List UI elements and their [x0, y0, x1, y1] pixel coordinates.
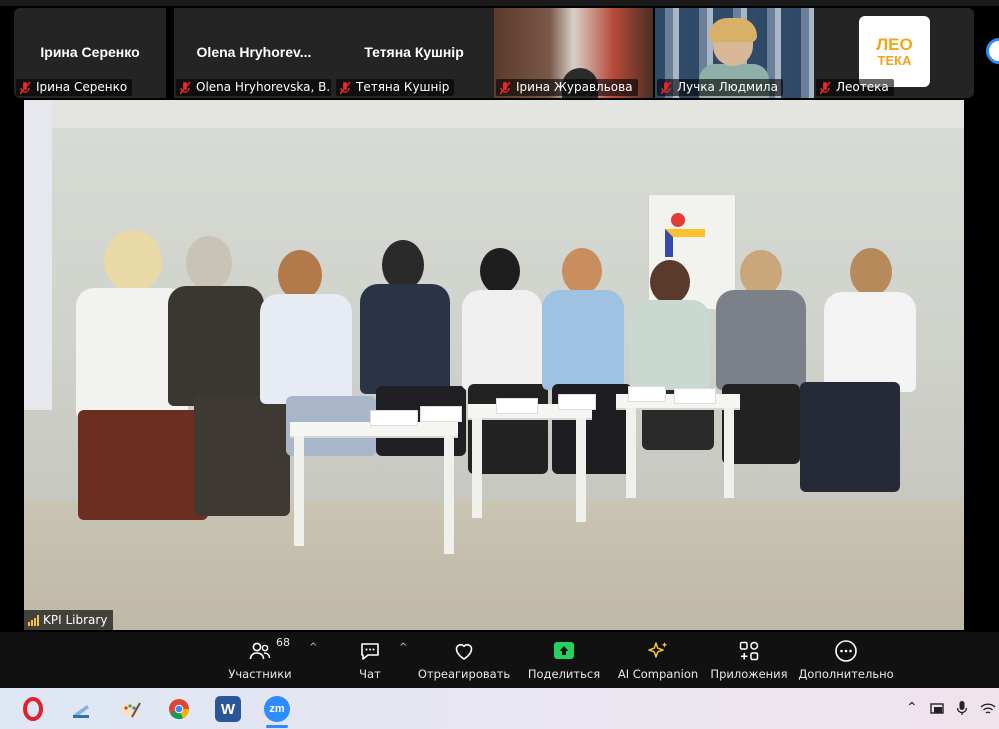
chat-label: Чат — [359, 667, 381, 681]
video-table-2-leg — [576, 418, 586, 522]
participant-label: Ірина Серенко — [16, 79, 133, 96]
video-table-1-leg — [444, 436, 454, 554]
mic-muted-icon — [499, 80, 511, 95]
zoom-active-indicator — [266, 725, 288, 728]
logo-line-2: ТЕКА — [877, 52, 912, 68]
video-namecard — [370, 410, 418, 426]
banner-figure-head — [671, 213, 685, 227]
participant-tile-2[interactable]: Olena Hryhorev... Olena Hryhorevska, B..… — [174, 8, 334, 98]
participant-label: Тетяна Кушнір — [336, 79, 455, 96]
mic-muted-icon — [819, 80, 831, 95]
leoteka-logo: ЛЕО ТЕКА — [859, 16, 930, 87]
video-table-3-leg — [626, 408, 636, 498]
participant-tile-6[interactable]: ЛЕО ТЕКА Леотека — [814, 8, 974, 98]
participant-label: Olena Hryhorevska, B... — [176, 79, 331, 96]
gallery-next-button[interactable] — [986, 38, 999, 64]
participant-label: Леотека — [816, 79, 894, 96]
participant-hair — [709, 18, 757, 42]
mic-muted-icon — [660, 80, 672, 95]
video-namecard — [420, 406, 462, 422]
word-app-glyph: W — [220, 700, 236, 718]
participants-label: Участники — [228, 667, 292, 681]
main-video-label-text: KPI Library — [43, 613, 108, 627]
participant-strip: Ірина Серенко Ірина Серенко Olena Hryhor… — [0, 0, 999, 100]
more-button[interactable]: Дополнительно — [798, 638, 894, 686]
participant-tile-4-video[interactable]: Ірина Журавльова — [494, 8, 653, 98]
tray-network-icon[interactable] — [930, 702, 946, 716]
participants-options-caret[interactable]: ^ — [309, 642, 317, 653]
strip-top-border — [0, 0, 999, 6]
heart-icon — [451, 638, 477, 664]
video-namecard — [496, 398, 538, 414]
participant-tile-1[interactable]: Ірина Серенко Ірина Серенко — [14, 8, 166, 98]
chrome-app-icon[interactable] — [166, 696, 192, 722]
chat-options-caret[interactable]: ^ — [399, 642, 407, 653]
react-label: Отреагировать — [417, 667, 511, 681]
participant-name-title: Olena Hryhorev... — [196, 44, 312, 60]
apps-label: Приложения — [710, 667, 788, 681]
share-screen-icon — [551, 638, 577, 664]
banner-figure-body — [665, 229, 705, 257]
main-speaker-video[interactable]: KPI Library — [24, 100, 964, 630]
logo-line-1: ЛЕО — [876, 34, 913, 54]
mic-muted-icon — [19, 80, 31, 95]
participant-tile-3[interactable]: Тетяна Кушнір Тетяна Кушнір — [334, 8, 494, 98]
video-namecard — [674, 388, 716, 404]
chat-button[interactable]: Чат — [350, 638, 390, 686]
main-video-label: KPI Library — [24, 610, 114, 630]
word-app-icon[interactable]: W — [215, 696, 241, 722]
react-button[interactable]: Отреагировать — [418, 638, 510, 686]
participants-count: 68 — [276, 636, 290, 649]
more-dots-icon — [833, 638, 859, 664]
opera-app-icon[interactable] — [20, 696, 46, 722]
video-wall-art — [24, 100, 52, 410]
participant-label: Лучка Людмила — [657, 79, 783, 96]
video-table-1-leg — [294, 436, 304, 546]
chat-icon — [357, 638, 383, 664]
participant-tile-5-video[interactable]: Лучка Людмила — [655, 8, 814, 98]
signal-strength-icon — [28, 614, 39, 626]
paint-app-icon[interactable] — [117, 696, 143, 722]
notepad-app-icon[interactable] — [68, 696, 94, 722]
participant-name-title: Ірина Серенко — [40, 44, 140, 60]
ai-companion-label: AI Companion — [617, 667, 699, 681]
tray-overflow-chevron-icon[interactable]: ⌃ — [906, 700, 918, 716]
sparkle-icon — [645, 638, 671, 664]
ai-companion-button[interactable]: AI Companion — [614, 638, 702, 686]
video-ceiling — [24, 100, 964, 128]
participant-label-text: Тетяна Кушнір — [356, 80, 450, 94]
participant-name-title: Тетяна Кушнір — [364, 44, 464, 60]
video-namecard — [558, 394, 596, 410]
video-person-9 — [800, 248, 920, 508]
video-table-3-leg — [724, 408, 734, 498]
apps-icon — [736, 638, 762, 664]
participant-label-text: Ірина Серенко — [36, 80, 128, 94]
zoom-app-icon[interactable]: zm — [264, 696, 290, 722]
apps-button[interactable]: Приложения — [710, 638, 788, 686]
video-namecard — [628, 386, 666, 402]
video-table-2-leg — [472, 418, 482, 518]
participant-label-text: Olena Hryhorevska, B... — [196, 80, 331, 94]
os-taskbar: W zm ⌃ — [0, 688, 999, 729]
video-person-3 — [256, 250, 376, 490]
participant-label: Ірина Журавльова — [496, 79, 638, 96]
participants-icon — [247, 638, 273, 664]
participant-label-text: Лучка Людмила — [677, 80, 778, 94]
share-screen-button[interactable]: Поделиться — [526, 638, 602, 686]
tray-microphone-icon[interactable] — [956, 700, 968, 716]
zoom-app-glyph: zm — [269, 703, 285, 715]
mic-muted-icon — [179, 80, 191, 95]
more-label: Дополнительно — [798, 667, 894, 681]
tray-wifi-icon[interactable] — [980, 702, 996, 716]
mic-muted-icon — [339, 80, 351, 95]
meeting-toolbar: Участники 68 ^ Чат ^ Отреагировать Подел… — [0, 632, 999, 688]
participant-label-text: Ірина Журавльова — [516, 80, 633, 94]
share-label: Поделиться — [527, 667, 601, 681]
participant-label-text: Леотека — [836, 80, 889, 94]
